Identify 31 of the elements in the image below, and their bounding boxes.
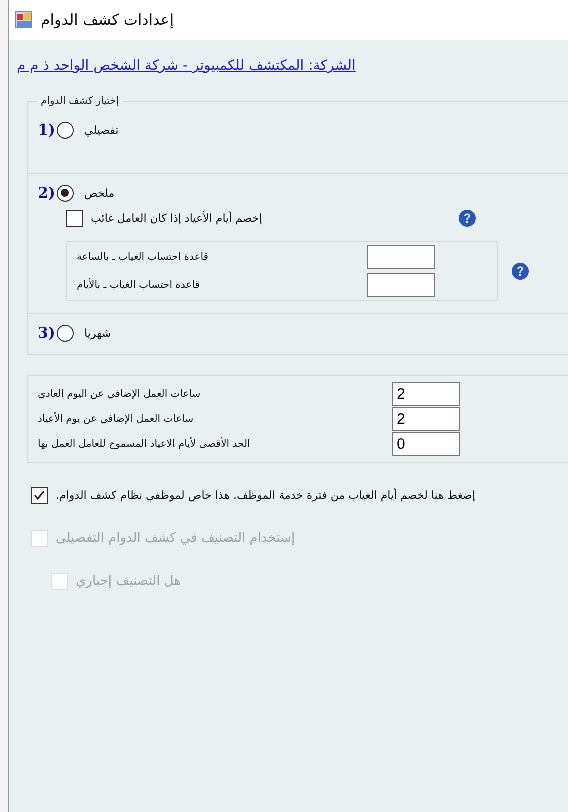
app-icon: [15, 11, 33, 29]
input-field[interactable]: 2: [392, 407, 460, 431]
field-label: الحد الأقصى لأيام الاعياد المسموح للعامل العمل بها: [37, 438, 250, 450]
radio-button[interactable]: [56, 184, 74, 202]
radio-label: ملخص: [84, 186, 115, 200]
option-number: 1): [38, 121, 56, 139]
checkbox-label: إخصم أيام الأعياد إذا كان العامل غائب: [91, 212, 262, 225]
checkbox[interactable]: [31, 487, 48, 504]
window-title: إعدادات كشف الدوام: [41, 11, 174, 29]
field-label: ساعات العمل الإضافي عن يوم الأعياد: [37, 414, 194, 424]
group-legend: إختيار كشف الدوام: [38, 96, 122, 107]
radio-button[interactable]: [56, 324, 74, 342]
checkbox-label: إستخدام التصنيف في كشف الدوام التفصيلى: [56, 531, 296, 546]
option-number: 2): [38, 184, 56, 202]
checkbox[interactable]: [66, 210, 83, 227]
radio-label: تفصيلي: [84, 124, 119, 136]
field-label: ساعات العمل الإضافي عن اليوم العادى: [37, 388, 201, 400]
radio-label: شهريا: [84, 326, 112, 340]
input-field[interactable]: [367, 273, 435, 297]
radio-button[interactable]: [56, 122, 74, 138]
input-field[interactable]: [367, 245, 435, 269]
checkbox-label: إضغط هنا لخصم أيام الغياب من فترة خدمة الموظف. هذا خاص لموظفي نظام كشف الدوام.: [56, 489, 476, 502]
company-link[interactable]: الشركة: المكتشف للكمبيوتر - شركة الشخص الواحد ذ م م: [17, 58, 356, 74]
field-label: قاعدة احتساب الغياب ـ بالأيام: [76, 280, 200, 290]
input-field[interactable]: 2: [392, 382, 460, 406]
checkbox-label: هل التصنيف إجباري: [76, 574, 182, 589]
help-icon[interactable]: [459, 210, 476, 227]
help-icon[interactable]: [512, 262, 529, 280]
option-number: 3): [38, 324, 56, 342]
input-field[interactable]: 0: [392, 432, 460, 456]
field-label: قاعدة احتساب الغياب ـ بالساعة: [76, 252, 209, 262]
